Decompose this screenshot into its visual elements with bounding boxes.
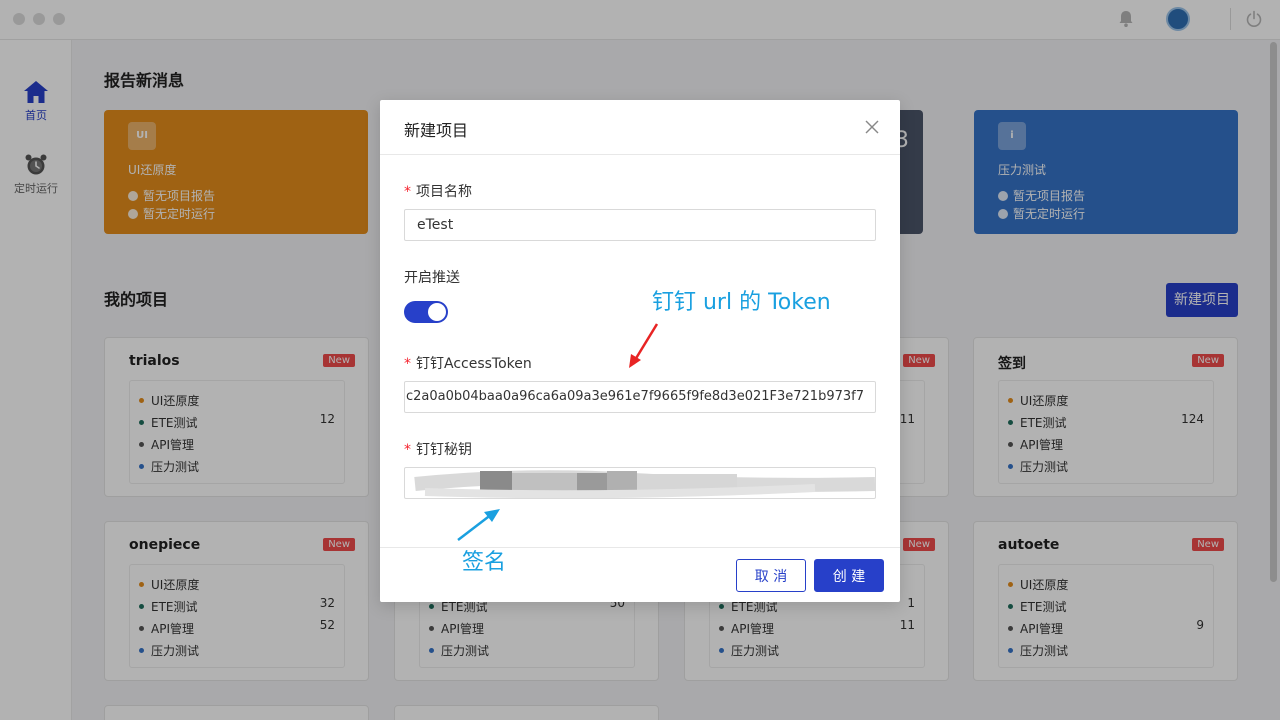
cancel-button[interactable]: 取 消 <box>736 559 806 592</box>
project-name-input[interactable] <box>404 209 876 241</box>
dialog-title: 新建项目 <box>404 121 469 140</box>
create-button[interactable]: 创 建 <box>814 559 884 592</box>
token-label: * 钉钉AccessToken <box>404 356 532 372</box>
red-arrow-icon <box>629 323 659 368</box>
push-label: 开启推送 <box>404 270 460 286</box>
page-scrollbar[interactable] <box>1270 42 1277 582</box>
project-name-label: * 项目名称 <box>404 184 472 200</box>
blue-arrow-icon <box>457 509 500 541</box>
redacted-secret-scribble <box>414 470 875 498</box>
token-annotation: 钉钉 url 的 Token <box>652 290 831 315</box>
close-icon[interactable] <box>863 118 881 136</box>
push-toggle[interactable] <box>404 301 448 323</box>
dialog-header: 新建项目 <box>380 100 900 155</box>
toggle-knob <box>428 303 446 321</box>
secret-annotation: 签名 <box>462 550 507 575</box>
dialog-footer: 取 消 创 建 <box>380 547 900 602</box>
secret-label: * 钉钉秘钥 <box>404 442 472 458</box>
access-token-input[interactable]: ac2a0a0b04baa0a96ca6a09a3e961e7f9665f9fe… <box>404 381 876 413</box>
access-token-value: ac2a0a0b04baa0a96ca6a09a3e961e7f9665f9fe… <box>404 389 864 404</box>
secret-input[interactable] <box>404 467 876 499</box>
